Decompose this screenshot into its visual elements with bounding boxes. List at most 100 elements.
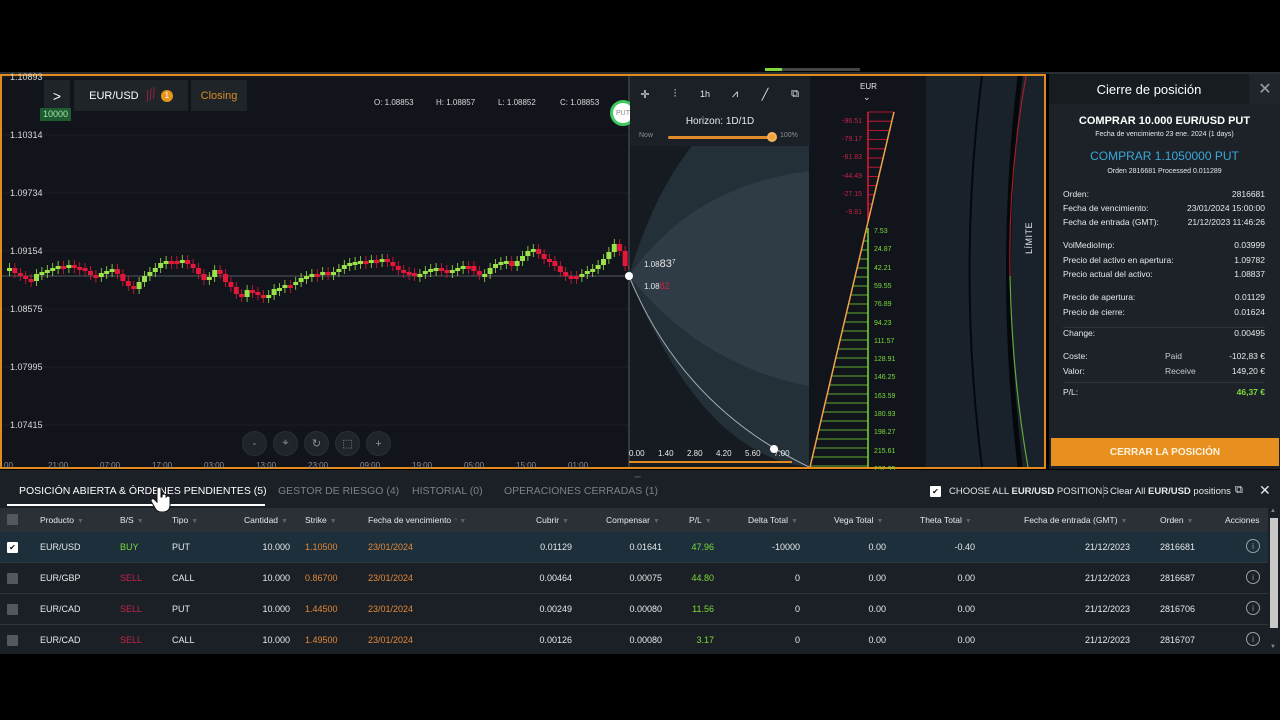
info-icon[interactable]: i xyxy=(1246,632,1260,646)
candle xyxy=(601,259,606,265)
draw-line-icon[interactable]: ╱ xyxy=(754,88,776,101)
cell-order: 2816707 xyxy=(1159,635,1195,645)
select-all-checkbox[interactable] xyxy=(7,514,18,525)
detail-key: Precio de apertura: xyxy=(1063,292,1136,302)
y-axis-tick: 1.07995 xyxy=(10,362,43,372)
column-header[interactable]: Compensar ▼ xyxy=(606,515,660,525)
column-header[interactable]: Tipo ▼ xyxy=(172,515,198,525)
column-header[interactable]: B/S ▼ xyxy=(120,515,144,525)
column-header[interactable]: Theta Total ▼ xyxy=(920,515,972,525)
cell-product: EUR/CAD xyxy=(40,604,81,614)
column-header[interactable]: Fecha de vencimiento ^ ▼ xyxy=(368,515,466,525)
column-header[interactable]: P/L ▼ xyxy=(689,515,712,525)
detail-key: Valor: xyxy=(1063,366,1085,376)
column-header[interactable]: Strike ▼ xyxy=(305,515,337,525)
table-row[interactable]: ✔ EUR/USD BUY PUT 10.000 1.10500 23/01/2024 0.0… xyxy=(0,532,1268,563)
candle xyxy=(579,274,585,277)
tab-open-positions[interactable]: POSICIÓN ABIERTA & ÓRDENES PENDIENTES (5… xyxy=(19,485,267,497)
select-area-button[interactable]: ⬚ xyxy=(335,431,360,456)
cell-vega: 0.00 xyxy=(868,573,886,583)
column-header[interactable]: Orden ▼ xyxy=(1160,515,1194,525)
candle xyxy=(460,266,466,269)
resize-handle[interactable]: ∙∙∙∙∙ xyxy=(634,472,641,481)
tab-history[interactable]: HISTORIAL (0) xyxy=(412,485,483,497)
column-header[interactable]: Delta Total ▼ xyxy=(748,515,798,525)
chevron-down-icon[interactable]: ⌄ xyxy=(863,92,871,103)
candle xyxy=(17,273,23,276)
distribution-tick: 2.80 xyxy=(687,449,703,458)
detail-row: Fecha de vencimiento: 23/01/2024 15:00:00 xyxy=(1063,203,1265,215)
symbol-selector[interactable]: EUR/USD ╱╱╱ 1 xyxy=(74,80,188,111)
tab-closed-operations[interactable]: OPERACIONES CERRADAS (1) xyxy=(504,485,658,497)
row-checkbox[interactable] xyxy=(7,604,18,615)
interval-button[interactable]: 1h xyxy=(694,89,716,99)
scroll-up-icon[interactable]: ▲ xyxy=(1270,508,1276,514)
row-checkbox[interactable] xyxy=(7,635,18,646)
external-link-icon[interactable]: ⧉ xyxy=(784,88,806,101)
line-chart-icon[interactable]: ⩘ xyxy=(724,88,746,101)
column-header[interactable]: Acciones xyxy=(1225,515,1260,525)
candle xyxy=(439,268,444,271)
expand-chevron-button[interactable]: > xyxy=(44,80,70,111)
divider xyxy=(1063,327,1265,328)
x-axis-tick: 21:00 xyxy=(48,461,69,470)
info-icon[interactable]: i xyxy=(1246,539,1260,553)
horizon-slider-handle[interactable] xyxy=(767,132,777,142)
scroll-down-icon[interactable]: ▼ xyxy=(1270,644,1276,650)
crosshair-icon[interactable]: ✛ xyxy=(634,88,656,101)
candle xyxy=(509,261,515,266)
cell-theta: 0.00 xyxy=(957,573,975,583)
current-price-label: 1.08837 xyxy=(644,258,676,270)
profit-level-label: 163.59 xyxy=(874,392,896,400)
detail-value: 0.01624 xyxy=(1234,307,1265,317)
scrollbar[interactable]: ▲ ▼ xyxy=(1268,508,1280,654)
column-header[interactable]: Producto ▼ xyxy=(40,515,84,525)
clear-all-link[interactable]: Clear All EUR/USD positions xyxy=(1110,486,1231,497)
candle xyxy=(131,286,137,289)
detail-key: Fecha de vencimiento: xyxy=(1063,203,1149,213)
reset-button[interactable]: ↻ xyxy=(304,431,329,456)
scroll-thumb[interactable] xyxy=(1270,518,1278,628)
checkbox[interactable]: ✔ xyxy=(930,486,941,497)
currency-selector[interactable]: EUR xyxy=(860,82,877,91)
zoom-in-button[interactable]: + xyxy=(366,431,391,456)
indicators-icon[interactable]: ⫶ xyxy=(664,88,686,101)
choose-all-positions[interactable]: ✔ CHOOSE ALL EUR/USD POSITIONS xyxy=(930,486,1109,497)
column-header[interactable]: Cubrir ▼ xyxy=(536,515,569,525)
ohlc-close: C: 1.08853 xyxy=(560,98,600,107)
detail-row: Fecha de entrada (GMT): 21/12/2023 11:46:… xyxy=(1063,217,1265,229)
zoom-out-button[interactable]: - xyxy=(242,431,267,456)
profit-level-label: 215.61 xyxy=(874,447,896,455)
row-checkbox[interactable]: ✔ xyxy=(7,542,18,553)
info-icon[interactable]: i xyxy=(1246,601,1260,615)
column-header[interactable]: Vega Total ▼ xyxy=(834,515,883,525)
row-checkbox[interactable] xyxy=(7,573,18,584)
horizon-panel: ✛ ⫶ 1h ⩘ ╱ ⧉ Horizon: 1D/1D Now 100% xyxy=(630,76,810,146)
tab-risk-manager[interactable]: GESTOR DE RIESGO (4) xyxy=(278,485,399,497)
x-axis-tick: 05:00 xyxy=(464,461,485,470)
chart-panel[interactable]: 1.10893 1.10314 1.09734 1.09154 1.08575 1.079… xyxy=(0,72,1046,488)
table-row[interactable]: EUR/GBP SELL CALL 10.000 0.86700 23/01/2024 0.… xyxy=(0,563,1268,594)
external-link-icon[interactable]: ⧉ xyxy=(1235,484,1243,497)
candle xyxy=(142,276,147,282)
column-header[interactable]: Cantidad ▼ xyxy=(244,515,288,525)
candle xyxy=(190,264,196,268)
close-position-button[interactable]: CERRAR LA POSICIÓN xyxy=(1051,438,1279,466)
closing-button[interactable]: Closing xyxy=(191,80,247,111)
crosshair-center-button[interactable]: ⌖ xyxy=(273,431,298,456)
detail-row: P/L: 46,37 € xyxy=(1063,387,1265,399)
cell-product: EUR/USD xyxy=(40,542,81,552)
info-icon[interactable]: i xyxy=(1246,570,1260,584)
candle xyxy=(314,274,320,277)
cell-pl: 3.17 xyxy=(696,635,714,645)
position-headline: COMPRAR 10.000 EUR/USD PUT xyxy=(1078,115,1251,127)
candle xyxy=(385,259,390,262)
close-icon[interactable]: ✕ xyxy=(1259,482,1271,499)
horizon-slider[interactable] xyxy=(668,136,772,139)
active-tab-indicator xyxy=(7,504,265,506)
close-icon[interactable]: ✕ xyxy=(1250,74,1280,104)
column-header[interactable]: Fecha de entrada (GMT) ▼ xyxy=(1024,515,1127,525)
table-row[interactable]: EUR/CAD SELL CALL 10.000 1.49500 23/01/2024 0.… xyxy=(0,625,1268,656)
table-row[interactable]: EUR/CAD SELL PUT 10.000 1.44500 23/01/2024 0.0… xyxy=(0,594,1268,625)
profit-level-label: 42.21 xyxy=(874,264,892,272)
